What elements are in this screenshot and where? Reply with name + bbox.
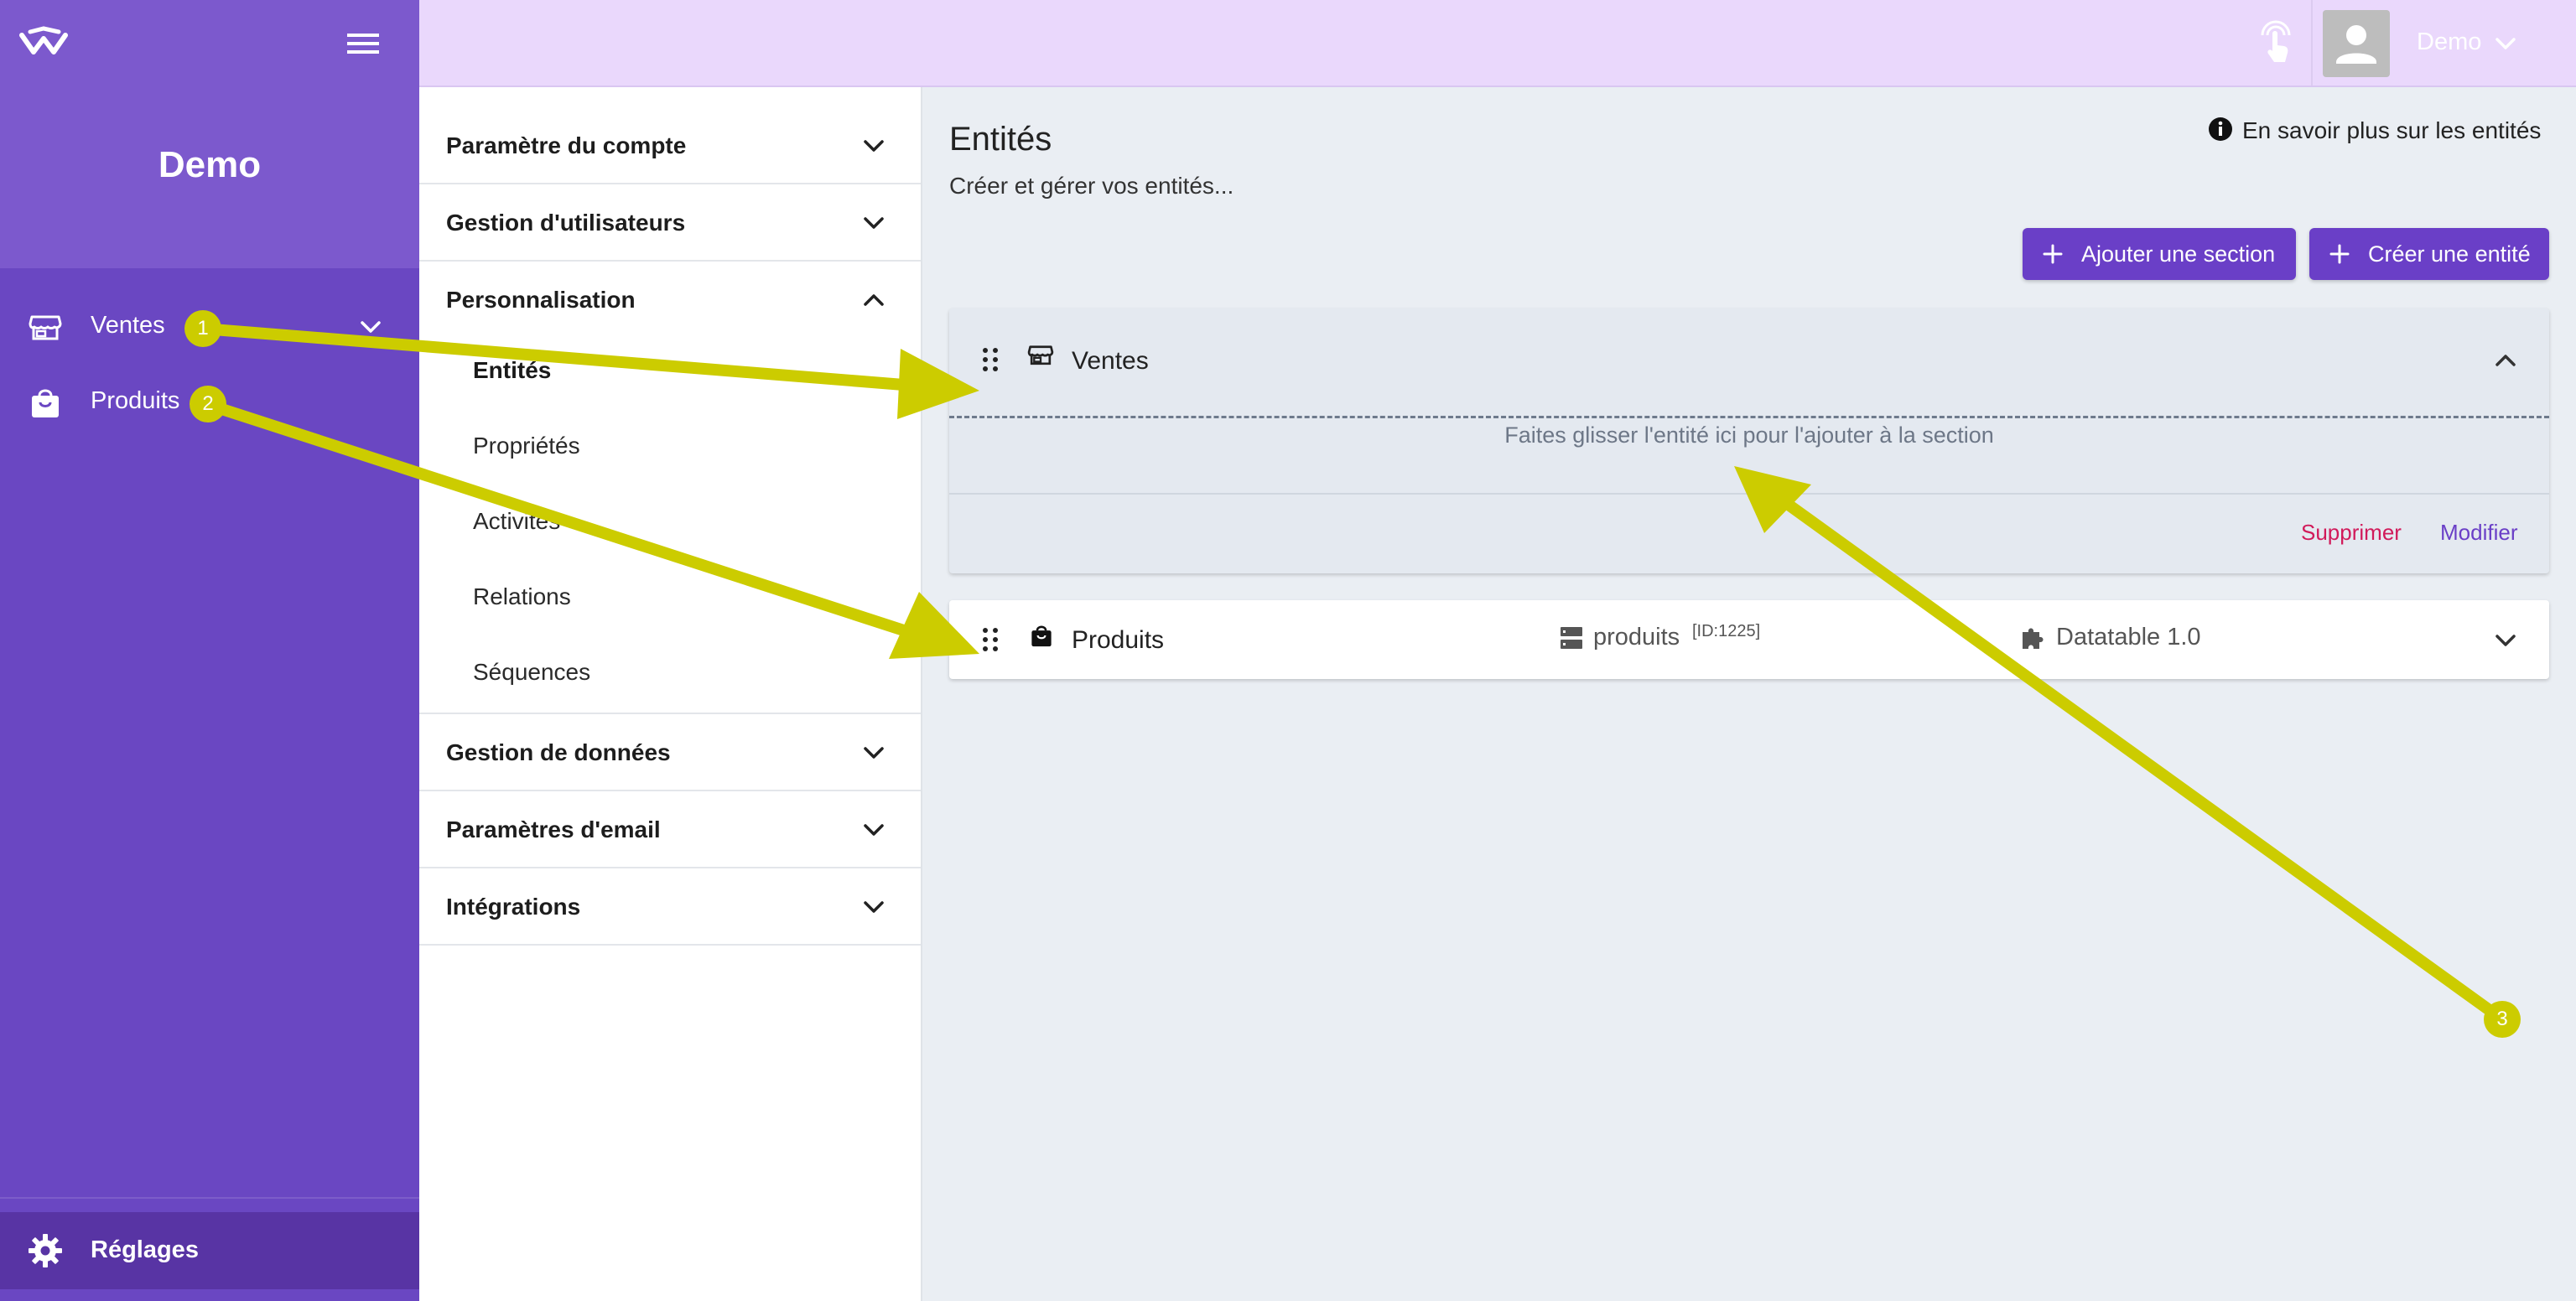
menu-item-entites[interactable]: Entités <box>473 357 551 384</box>
avatar[interactable] <box>2323 10 2390 77</box>
menu-section-compte[interactable]: Paramètre du compte <box>419 107 921 184</box>
plus-icon <box>2043 244 2063 264</box>
workspace-name: Demo <box>158 144 262 185</box>
logo-icon[interactable] <box>18 23 69 64</box>
top-bar <box>419 0 2576 87</box>
create-entity-button[interactable]: Créer une entité <box>2309 228 2549 280</box>
edit-section-link[interactable]: Modifier <box>2440 520 2517 546</box>
entity-name: Produits <box>1072 626 1165 654</box>
annotation-badge-1: 1 <box>184 310 221 347</box>
store-icon <box>29 315 62 340</box>
menu-section-integrations[interactable]: Intégrations <box>419 868 921 946</box>
menu-item-relations[interactable]: Relations <box>473 583 571 610</box>
menu-section-label: Intégrations <box>446 894 581 920</box>
sidebar-item-label: Réglages <box>91 1236 199 1263</box>
plus-icon <box>2329 244 2350 264</box>
chevron-down-icon <box>864 140 884 152</box>
learn-more-label: En savoir plus sur les entités <box>2242 117 2542 143</box>
sidebar-item-label: Produits <box>91 387 180 414</box>
user-menu-name[interactable]: Demo <box>2417 29 2481 56</box>
menu-section-label: Personnalisation <box>446 287 636 313</box>
menu-item-proprietes[interactable]: Propriétés <box>473 433 580 459</box>
info-icon <box>2209 117 2232 141</box>
chevron-down-icon[interactable] <box>2489 27 2522 60</box>
entity-row-produits[interactable]: Produits produits [ID:1225] Datatable 1.… <box>949 600 2549 679</box>
sidebar: Demo Ventes Produits Réglages <box>0 0 419 1301</box>
delete-section-link[interactable]: Supprimer <box>2301 520 2402 546</box>
drag-handle-icon[interactable] <box>979 625 1001 654</box>
chevron-down-icon[interactable] <box>2489 624 2522 657</box>
annotation-badge-3: 3 <box>2484 1001 2521 1038</box>
drag-handle-icon[interactable] <box>979 345 1001 374</box>
menu-item-sequences[interactable]: Séquences <box>473 659 590 686</box>
menu-section-label: Gestion de données <box>446 739 671 765</box>
entity-plugin-name: Datatable 1.0 <box>2056 624 2201 650</box>
chevron-down-icon <box>864 217 884 229</box>
sidebar-header: Demo <box>0 0 419 268</box>
menu-section-label: Paramètres d'email <box>446 816 661 842</box>
drop-zone-border <box>949 416 2549 418</box>
gear-icon <box>29 1234 62 1267</box>
sidebar-item-label: Ventes <box>91 312 165 339</box>
shopping-bag-icon <box>32 389 59 417</box>
menu-section-personnalisation[interactable]: Personnalisation <box>419 262 921 339</box>
shopping-bag-icon <box>1031 625 1052 647</box>
menu-section-label: Paramètre du compte <box>446 132 687 158</box>
chevron-down-icon <box>864 747 884 759</box>
page-title: Entités <box>949 121 1052 158</box>
drop-zone-hint[interactable]: Faites glisser l'entité ici pour l'ajout… <box>949 422 2549 448</box>
database-icon <box>1561 627 1582 649</box>
touch-tap-icon[interactable] <box>2254 20 2298 67</box>
create-entity-label: Créer une entité <box>2368 241 2531 267</box>
entity-table-name: produits <box>1593 624 1680 650</box>
section-card-ventes: Ventes Faites glisser l'entité ici pour … <box>949 308 2549 573</box>
sidebar-divider <box>0 1197 419 1199</box>
page-subtitle: Créer et gérer vos entités... <box>949 173 1234 199</box>
user-icon <box>2336 25 2376 64</box>
chevron-down-icon[interactable] <box>354 310 387 344</box>
sidebar-item-reglages[interactable]: Réglages <box>0 1212 419 1289</box>
menu-section-utilisateurs[interactable]: Gestion d'utilisateurs <box>419 184 921 262</box>
add-section-button[interactable]: Ajouter une section <box>2023 228 2296 280</box>
menu-section-label: Gestion d'utilisateurs <box>446 210 686 236</box>
puzzle-icon <box>2023 628 2044 649</box>
add-section-label: Ajouter une section <box>2081 241 2276 267</box>
chevron-down-icon <box>864 824 884 836</box>
annotation-badge-2: 2 <box>190 386 226 422</box>
top-bar-separator <box>2311 0 2313 86</box>
section-title: Ventes <box>1072 347 1149 375</box>
chevron-down-icon <box>864 901 884 913</box>
hamburger-menu-icon[interactable] <box>342 25 384 62</box>
chevron-up-icon <box>864 294 884 306</box>
section-divider <box>949 493 2549 495</box>
entity-table-id: [ID:1225] <box>1692 622 1761 640</box>
menu-section-donnees[interactable]: Gestion de données <box>419 714 921 791</box>
chevron-up-icon[interactable] <box>2489 344 2522 377</box>
settings-menu: Paramètre du compte Gestion d'utilisateu… <box>419 87 922 1301</box>
store-icon <box>1027 345 1054 365</box>
menu-section-email[interactable]: Paramètres d'email <box>419 791 921 868</box>
menu-item-activites[interactable]: Activités <box>473 508 560 535</box>
